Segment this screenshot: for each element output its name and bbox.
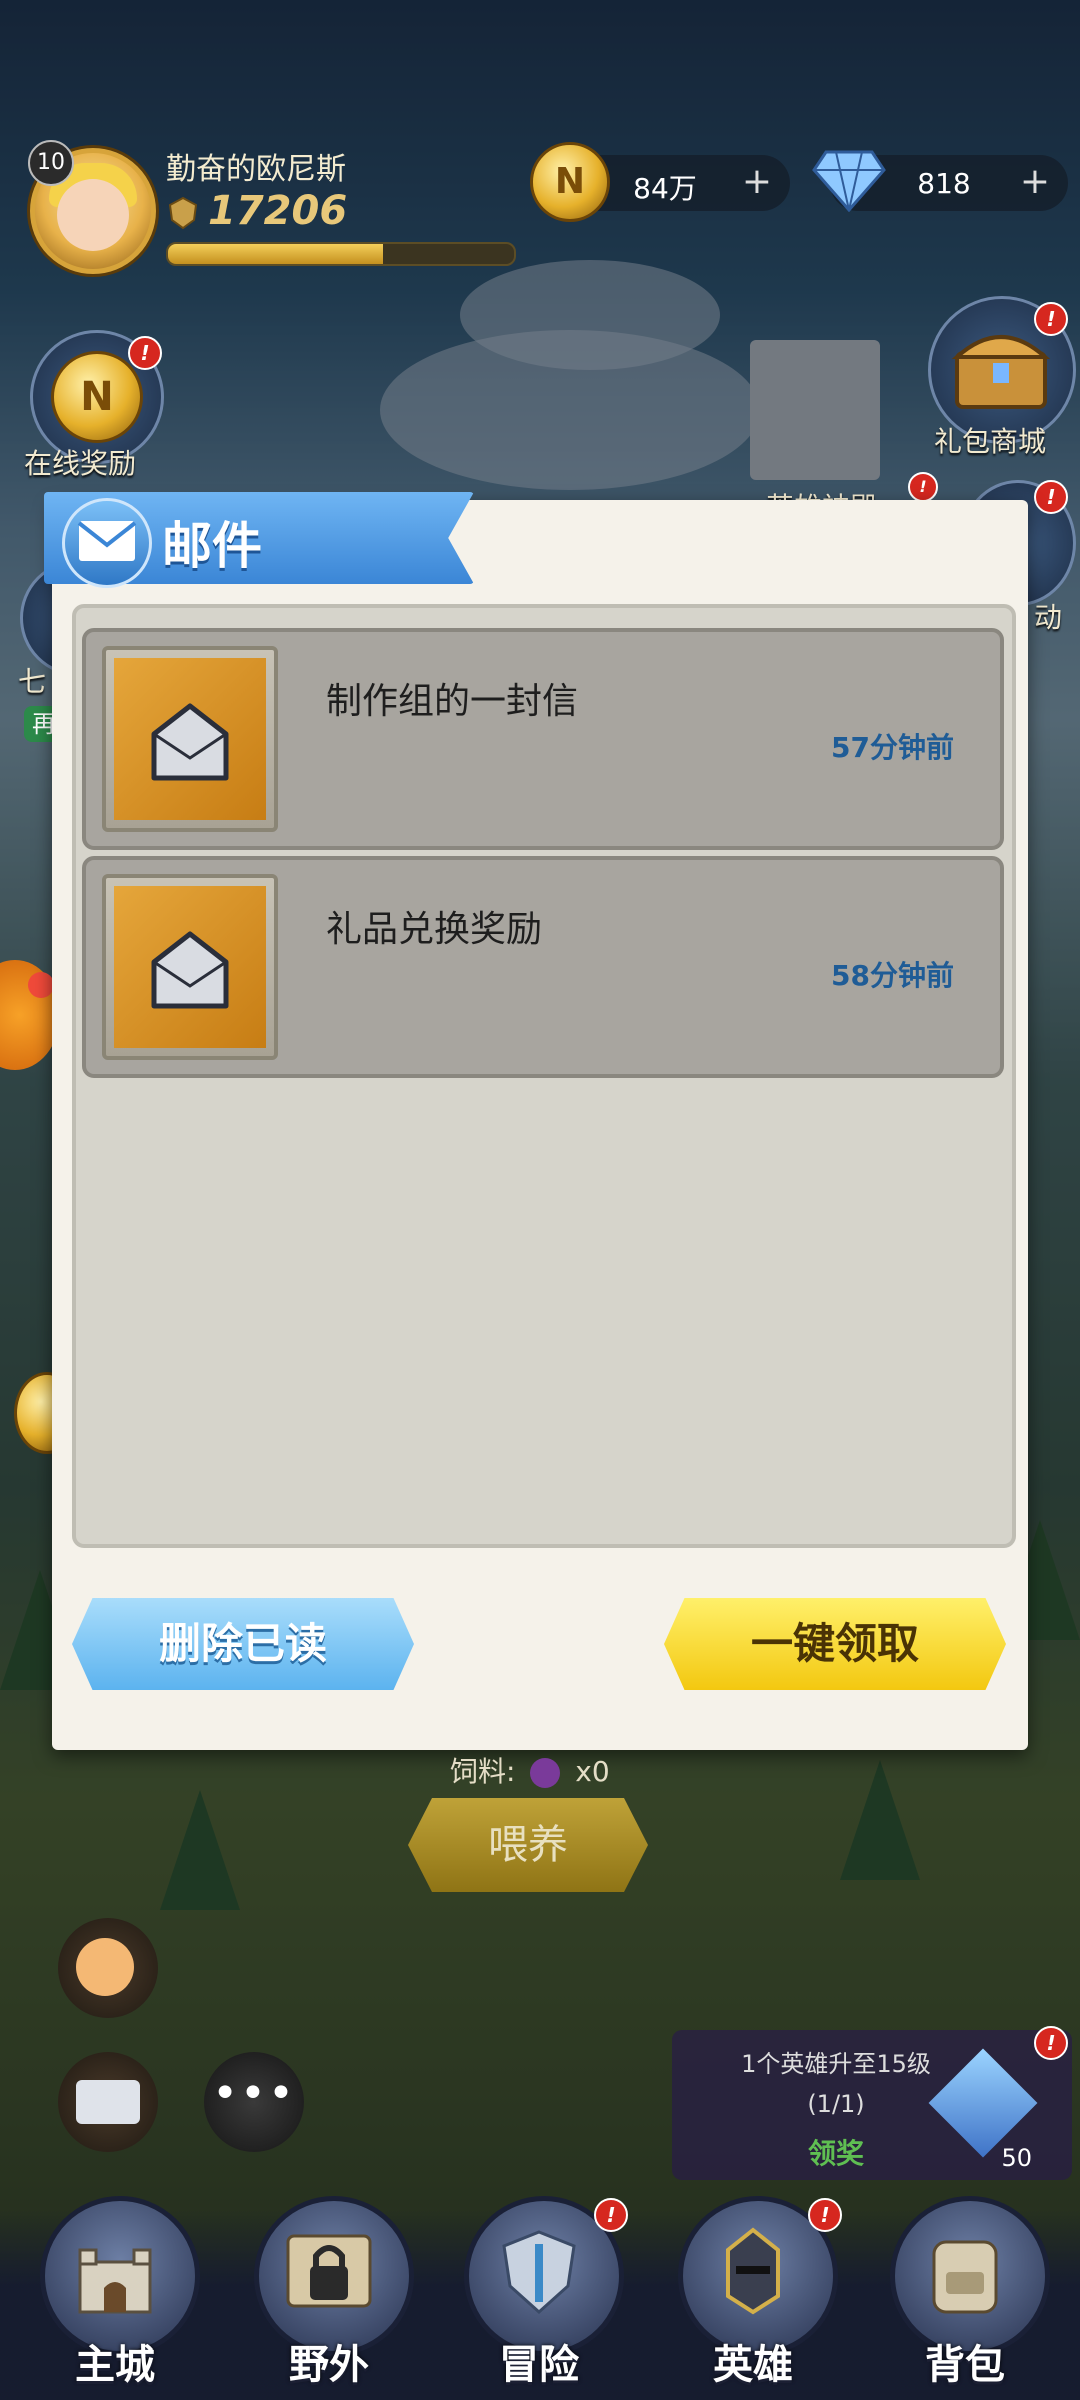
quest-tracker[interactable]: 1个英雄升至15级 (1/1) 领奖 50 [672,2030,1072,2180]
mail-time: 58分钟前 [831,959,954,992]
treasure-chest-icon [951,335,1051,409]
player-name: 勤奋的欧尼斯 [166,152,346,187]
pet-assistant-dot [28,972,54,998]
add-gold-button[interactable]: + [742,161,772,202]
gift-shop-label: 礼包商城 [934,425,1047,458]
envelope-icon [76,2080,140,2124]
nav-label: 冒险 [499,2342,579,2388]
smiley-icon [76,1938,134,1996]
knight-helmet-icon [726,2227,780,2315]
diamond-icon [812,150,886,212]
quest-reward-count: 50 [1001,2144,1032,2172]
mail-thumbnail [102,646,278,832]
adventure-alert-badge: ! [594,2198,628,2232]
shield-emblem-icon [502,2230,576,2315]
mail-shortcut-button[interactable] [58,2052,158,2152]
hero-temple-alert-badge: ! [908,472,938,502]
feed-label-text: 饲料: [450,1755,516,1788]
nav-label: 英雄 [713,2342,793,2388]
mail-item[interactable]: 礼品兑换奖励 58分钟前 [82,856,1004,1078]
seven-day-label: 七 [18,665,47,698]
online-reward-coin-icon: N [51,351,143,443]
quest-title: 1个英雄升至15级 [741,2050,931,2078]
sealed-letter-icon [151,931,229,1009]
activity-alert-badge: ! [1034,480,1068,514]
gold-amount: 84万 [633,172,697,205]
gold-coin-icon: N [530,142,610,222]
nav-label: 主城 [75,2342,155,2388]
nav-backpack[interactable]: 背包 [880,2196,1050,2396]
activity-label: 动 [1034,601,1063,634]
xp-bar [166,242,516,266]
chat-emoji-button[interactable] [58,1918,158,2018]
claim-all-button[interactable]: 一键领取 [664,1598,1006,1690]
padlock-icon [286,2234,372,2308]
combat-power-icon [168,196,198,230]
feed-button[interactable]: 喂养 [408,1798,648,1892]
add-diamond-button[interactable]: + [1020,161,1050,202]
feed-item-icon [530,1758,561,1788]
castle-icon [78,2248,152,2314]
mail-subject: 礼品兑换奖励 [326,909,543,950]
mail-header-icon-wrap [62,498,152,588]
nav-label: 背包 [925,2342,1005,2388]
mail-title: 邮件 [162,517,262,575]
feed-label: 饲料: x0 [450,1750,610,1790]
online-reward-alert-badge: ! [128,336,162,370]
delete-read-button[interactable]: 删除已读 [72,1598,414,1690]
more-options-button[interactable]: ••• [204,2052,304,2152]
xp-bar-fill [168,244,383,264]
feed-count: x0 [575,1755,610,1788]
envelope-icon [77,521,137,561]
mail-thumbnail [102,874,278,1060]
player-level-badge: 10 [28,140,74,186]
heroes-alert-badge: ! [808,2198,842,2232]
combat-power-value: 17206 [208,188,348,234]
mail-time: 57分钟前 [831,731,954,764]
nav-main-city[interactable]: 主城 [30,2196,200,2396]
backpack-icon [932,2240,998,2314]
quest-claim-label[interactable]: 领奖 [686,2132,986,2172]
diamond-amount: 818 [917,167,971,200]
nav-wild[interactable]: 野外 [244,2196,414,2396]
quest-alert-badge: ! [1034,2026,1068,2060]
mail-subject: 制作组的一封信 [326,681,579,722]
mail-item[interactable]: 制作组的一封信 57分钟前 [82,628,1004,850]
online-reward-label: 在线奖励 [24,447,137,480]
gift-shop-alert-badge: ! [1034,302,1068,336]
sealed-letter-icon [151,703,229,781]
nav-label: 野外 [289,2342,369,2388]
avatar-face [57,179,129,251]
